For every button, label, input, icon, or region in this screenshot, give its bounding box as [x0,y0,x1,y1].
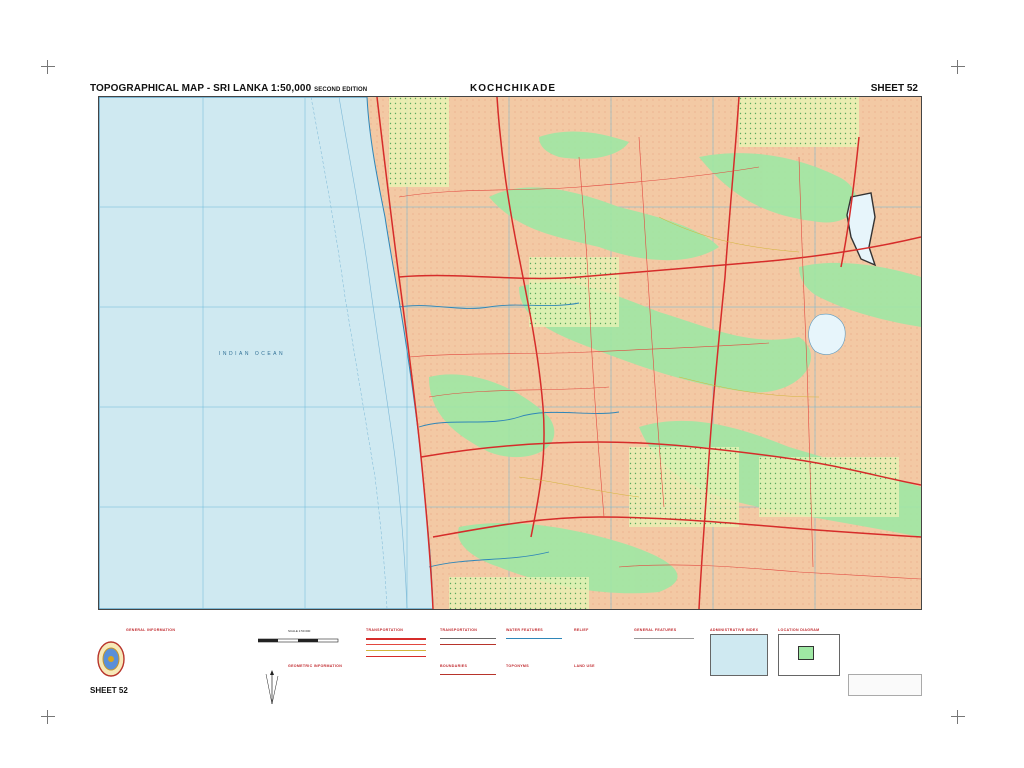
legend-geometric-information: GEOMETRIC INFORMATION [288,664,343,668]
legend-rule [366,644,426,645]
legend-rule [440,638,496,639]
crop-mark-top-left [41,60,55,74]
legend-rule [440,644,496,645]
legend-rule [366,638,426,640]
legend-transportation-2: TRANSPORTATION [440,628,478,632]
legend-rule [366,656,426,657]
legend-general-features: GENERAL FEATURES [634,628,677,632]
sheet-number: SHEET 52 [870,83,918,94]
north-arrow-icon [265,670,279,705]
legend-rule [366,650,426,651]
sheet-name: KOCHCHIKADE [470,83,556,94]
series-title-text: TOPOGRAPHICAL MAP - SRI LANKA 1:50,000 [90,83,312,94]
legend-area: GENERAL INFORMATION TRANSPORTATION TRANS… [90,612,922,712]
lake [808,313,846,355]
legend-relief: RELIEF [574,628,589,632]
legend-general-information: GENERAL INFORMATION [126,628,176,632]
map-canvas[interactable]: INDIAN OCEAN [99,97,921,609]
legend-transportation-1: TRANSPORTATION [366,628,404,632]
legend-boundaries: BOUNDARIES [440,664,468,668]
legend-rule [440,674,496,675]
legend-location-diagram: LOCATION DIAGRAM [778,628,820,632]
notes-box [848,674,922,696]
scale-bar [258,638,339,643]
crop-mark-bottom-right [951,710,965,724]
scale-title: SCALE 1:50 000 [288,629,311,633]
ocean-label: INDIAN OCEAN [219,351,285,357]
map-frame[interactable]: INDIAN OCEAN [98,96,922,610]
legend-toponyms: TOPONYMS [506,664,529,668]
map-series-title: TOPOGRAPHICAL MAP - SRI LANKA 1:50,000 S… [90,83,367,94]
footer-sheet-number: SHEET 52 [90,686,128,695]
legend-administrative-index: ADMINISTRATIVE INDEX [710,628,759,632]
administrative-index-map [710,634,768,676]
legend-water-features: WATER FEATURES [506,628,544,632]
legend-land-use: LAND USE [574,664,595,668]
edition-label: SECOND EDITION [314,87,368,93]
crop-mark-bottom-left [41,710,55,724]
legend-rule [506,638,562,639]
location-diagram-highlight [798,646,814,660]
legend-rule [634,638,694,639]
survey-department-crest-icon [97,641,125,677]
crop-mark-top-right [951,60,965,74]
